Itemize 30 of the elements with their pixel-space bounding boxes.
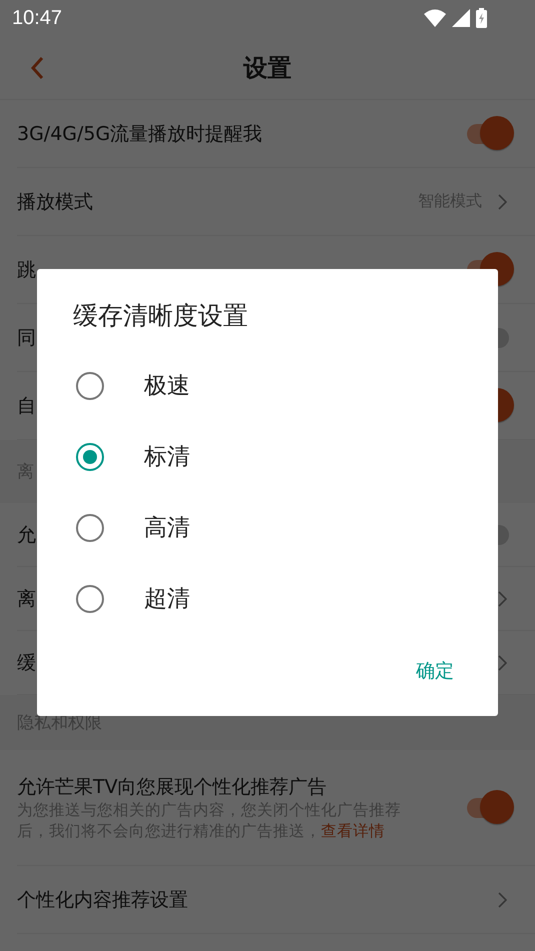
radio-button[interactable] bbox=[76, 514, 104, 542]
option-label[interactable]: 标清 bbox=[144, 441, 190, 472]
option-label[interactable]: 高清 bbox=[144, 512, 190, 543]
chevron-icon bbox=[498, 590, 507, 606]
radio-button[interactable] bbox=[76, 584, 104, 612]
signal-icon bbox=[452, 9, 470, 27]
chevron-icon bbox=[498, 194, 507, 210]
page-title: 设置 bbox=[244, 52, 292, 84]
setting-label: 缓 bbox=[17, 650, 36, 676]
chevron-icon bbox=[498, 892, 507, 908]
radio-button[interactable] bbox=[76, 442, 104, 470]
setting-label: 自 bbox=[17, 394, 36, 418]
option-label[interactable]: 超清 bbox=[144, 583, 190, 614]
setting-label: 离 bbox=[17, 586, 36, 612]
setting-label: 3G/4G/5G流量播放时提醒我 bbox=[17, 122, 262, 146]
option-label[interactable]: 极速 bbox=[144, 370, 190, 401]
setting-label: 允许芒果TV向您展现个性化推荐广告 bbox=[17, 775, 327, 800]
dialog-title: 缓存清晰度设置 bbox=[72, 300, 249, 332]
confirm-button[interactable]: 确定 bbox=[400, 650, 470, 692]
setting-label: 跳 bbox=[17, 258, 36, 282]
back-icon[interactable] bbox=[30, 56, 44, 80]
chevron-icon bbox=[498, 654, 507, 670]
setting-label: 个性化内容推荐设置 bbox=[17, 888, 188, 912]
setting-label: 播放模式 bbox=[17, 190, 93, 214]
wifi-icon bbox=[424, 9, 446, 27]
setting-label: 允 bbox=[17, 522, 36, 548]
setting-label: 同 bbox=[17, 326, 36, 350]
status-time: 10:47 bbox=[12, 6, 62, 30]
radio-button[interactable] bbox=[76, 372, 104, 400]
battery-icon bbox=[476, 8, 487, 28]
